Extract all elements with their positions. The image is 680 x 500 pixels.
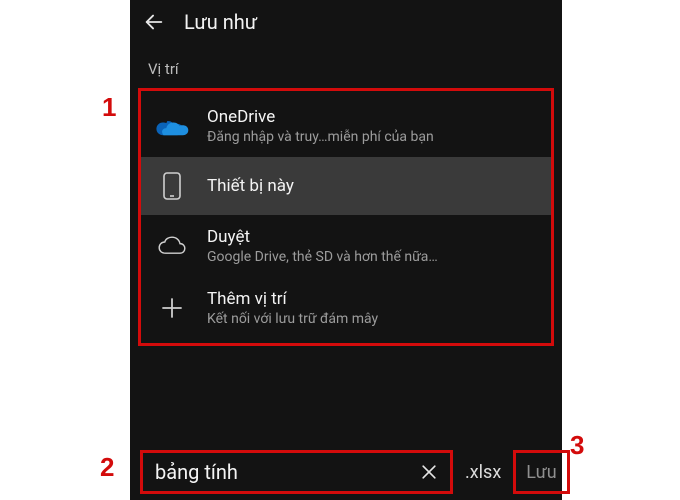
save-button-wrap: Lưu xyxy=(513,450,569,494)
annotation-1: 1 xyxy=(102,92,116,123)
location-name: Thêm vị trí xyxy=(207,289,537,309)
location-name: Duyệt xyxy=(207,227,537,247)
location-name: OneDrive xyxy=(207,107,537,127)
header: Lưu như xyxy=(130,0,562,44)
onedrive-cloud-icon xyxy=(155,109,189,143)
cloud-outline-icon xyxy=(155,229,189,263)
plus-icon xyxy=(155,291,189,325)
bottom-bar: .xlsx Lưu xyxy=(130,444,562,500)
page-title: Lưu như xyxy=(184,10,257,34)
filename-input[interactable] xyxy=(155,460,410,484)
location-sub: Google Drive, thẻ SD và hơn thế nữa… xyxy=(207,249,537,265)
annotation-2: 2 xyxy=(100,452,114,483)
locations-list: OneDrive Đăng nhập và truy…miễn phí của … xyxy=(138,88,554,346)
location-sub: Kết nối với lưu trữ đám mây xyxy=(207,311,537,327)
location-this-device[interactable]: Thiết bị này xyxy=(141,157,551,215)
clear-filename-button[interactable] xyxy=(416,459,442,485)
save-button[interactable]: Lưu xyxy=(526,462,556,483)
phone-icon xyxy=(155,169,189,203)
back-button[interactable] xyxy=(142,10,166,34)
location-name: Thiết bị này xyxy=(207,176,537,196)
file-extension-label: .xlsx xyxy=(459,462,507,483)
location-sub: Đăng nhập và truy…miễn phí của bạn xyxy=(207,129,537,145)
section-label-location: Vị trí xyxy=(130,44,562,88)
location-onedrive[interactable]: OneDrive Đăng nhập và truy…miễn phí của … xyxy=(141,95,551,157)
annotation-3: 3 xyxy=(570,430,584,461)
filename-field-wrap xyxy=(140,450,453,494)
location-add-place[interactable]: Thêm vị trí Kết nối với lưu trữ đám mây xyxy=(141,277,551,339)
location-browse[interactable]: Duyệt Google Drive, thẻ SD và hơn thế nữ… xyxy=(141,215,551,277)
save-as-panel: Lưu như Vị trí OneDrive Đăng nhập và tru… xyxy=(130,0,562,500)
